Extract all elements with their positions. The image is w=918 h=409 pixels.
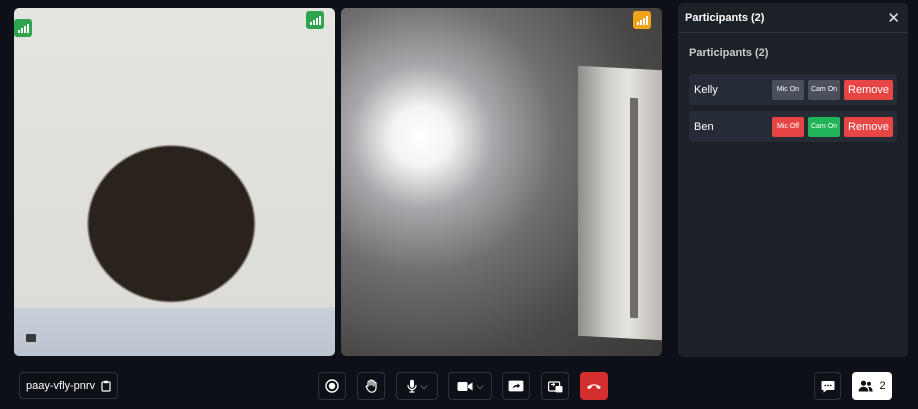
tile-badge	[26, 334, 36, 342]
signal-strength-icon	[14, 19, 32, 37]
chevron-down-icon[interactable]: ⌵	[477, 381, 484, 392]
participants-button[interactable]: 2	[852, 372, 892, 400]
record-icon	[325, 379, 339, 393]
panel-header: Participants (2) ✕	[678, 3, 908, 33]
signal-strength-icon	[306, 11, 324, 29]
raise-hand-button[interactable]	[357, 372, 385, 400]
panel-title: Participants (2)	[685, 11, 765, 24]
close-icon[interactable]: ✕	[887, 9, 900, 27]
copy-icon[interactable]	[101, 380, 111, 392]
wall-unit	[578, 65, 662, 341]
screen-share-button[interactable]	[502, 372, 530, 400]
remove-button[interactable]: Remove	[844, 79, 893, 100]
camera-button[interactable]: ⌵	[448, 372, 492, 400]
participants-icon	[859, 380, 874, 392]
meeting-code-text: paay-vfly-pnrv	[26, 379, 96, 392]
chat-button[interactable]	[814, 372, 841, 400]
mic-status-button[interactable]: Mic Off	[772, 116, 804, 137]
participants-panel: Participants (2) ✕ Participants (2) Kell…	[678, 3, 908, 357]
video-tile-ben	[341, 8, 662, 356]
mic-status-button[interactable]: Mic On	[772, 79, 804, 100]
chevron-down-icon[interactable]: ⌵	[421, 381, 428, 392]
video-tile-kelly	[14, 8, 335, 356]
end-call-icon	[587, 384, 601, 390]
meeting-code[interactable]: paay-vfly-pnrv	[19, 372, 118, 399]
screen-share-icon	[508, 380, 524, 392]
participant-name: Ben	[694, 120, 714, 133]
record-button[interactable]	[318, 372, 346, 400]
participant-row: Ben Mic Off Cam On Remove	[689, 111, 897, 142]
participant-count: 2	[879, 380, 886, 392]
switch-layout-icon	[547, 380, 562, 392]
participant-row: Kelly Mic On Cam On Remove	[689, 74, 897, 105]
participant-name: Kelly	[694, 83, 718, 96]
cam-status-button[interactable]: Cam On	[808, 116, 840, 137]
signal-strength-icon	[633, 11, 651, 29]
chat-icon	[821, 380, 834, 393]
wall-unit-slot	[630, 97, 638, 319]
raise-hand-icon	[365, 379, 377, 393]
switch-layout-button[interactable]	[541, 372, 569, 400]
panel-subtitle: Participants (2)	[689, 47, 769, 59]
camera-icon	[457, 381, 473, 391]
cam-status-button[interactable]: Cam On	[808, 79, 840, 100]
microphone-icon	[406, 379, 417, 393]
remove-button[interactable]: Remove	[844, 116, 893, 137]
microphone-button[interactable]: ⌵	[396, 372, 438, 400]
end-call-button[interactable]	[580, 372, 608, 400]
